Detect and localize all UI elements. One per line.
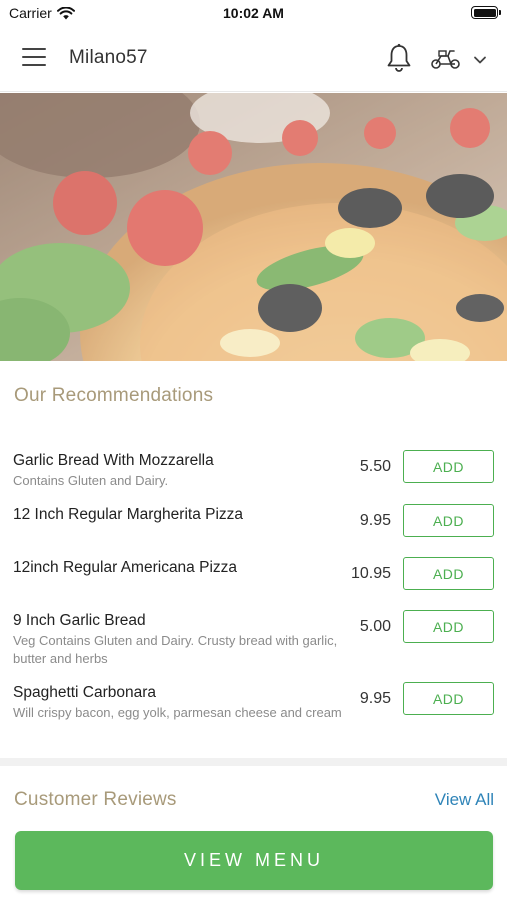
hero-pizza-image xyxy=(0,93,507,361)
item-name: Spaghetti Carbonara xyxy=(13,684,157,701)
item-price: 9.95 xyxy=(359,512,391,529)
add-button[interactable]: ADD xyxy=(403,450,494,483)
item-description: Veg Contains Gluten and Dairy. Crusty br… xyxy=(13,633,338,666)
item-price: 10.95 xyxy=(350,565,391,582)
hamburger-menu-icon[interactable] xyxy=(22,48,48,70)
item-description: Contains Gluten and Dairy. xyxy=(13,473,169,488)
item-description: Will crispy bacon, egg yolk, parmesan ch… xyxy=(13,705,342,720)
chevron-down-icon[interactable] xyxy=(472,54,488,66)
item-name: 9 Inch Garlic Bread xyxy=(13,612,146,629)
status-bar: Carrier 10:02 AM xyxy=(0,0,507,26)
restaurant-title: Milano57 xyxy=(69,47,148,68)
add-button[interactable]: ADD xyxy=(403,682,494,715)
status-time: 10:02 AM xyxy=(223,5,284,21)
view-all-reviews-link[interactable]: View All xyxy=(435,790,494,810)
item-price: 9.95 xyxy=(359,690,391,707)
nav-bar: Milano57 xyxy=(0,26,507,92)
add-button[interactable]: ADD xyxy=(403,504,494,537)
item-price: 5.50 xyxy=(359,458,391,475)
add-button[interactable]: ADD xyxy=(403,610,494,643)
bell-icon[interactable] xyxy=(385,43,413,73)
battery-icon xyxy=(471,6,501,19)
item-name: 12inch Regular Americana Pizza xyxy=(13,559,238,576)
section-divider xyxy=(0,758,507,766)
recommendations-title: Our Recommendations xyxy=(14,385,214,406)
reviews-title: Customer Reviews xyxy=(14,789,177,810)
view-menu-button[interactable]: VIEW MENU xyxy=(15,831,493,890)
item-name: 12 Inch Regular Margherita Pizza xyxy=(13,506,244,523)
item-name: Garlic Bread With Mozzarella xyxy=(13,452,214,469)
delivery-scooter-icon[interactable] xyxy=(430,48,462,70)
item-price: 5.00 xyxy=(359,618,391,635)
add-button[interactable]: ADD xyxy=(403,557,494,590)
